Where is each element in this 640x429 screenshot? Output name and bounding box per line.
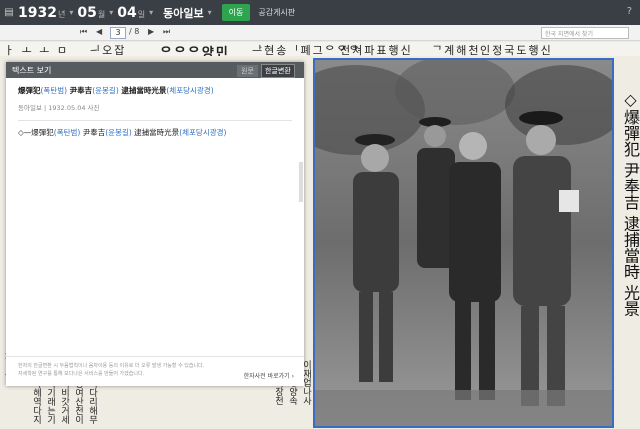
article-title-text: 逮捕當時光景: [118, 86, 167, 95]
hanja-reading[interactable]: (윤봉길): [92, 86, 119, 95]
prev-page-icon[interactable]: ◀: [96, 27, 102, 36]
article-title: 爆彈犯(폭탄범) 尹奉吉(윤봉길) 逮捕當時光景(체포당시광경): [18, 85, 292, 96]
menu-icon[interactable]: ▤: [0, 0, 18, 25]
article-body-text: 尹奉吉: [80, 128, 106, 137]
photo-caption: ◇爆彈犯 尹奉吉 逮捕當時 光景: [621, 90, 640, 317]
headline-fragment: ᄀ계해천: [432, 44, 481, 56]
article-title-text: 爆彈犯: [18, 86, 41, 95]
notice-board-link[interactable]: 공감게시판: [258, 7, 295, 18]
headline-strip: ㅏ ㅗ ㅗ ㅁ ᅴ오잡 ᄋᄋᄋ양민 ᅡᅳ현송ᅵ폐그ᄋᄋᄋ 전쳐파표행신 ᄀ계해천…: [0, 42, 640, 56]
hanja-dictionary-link[interactable]: 한자사전 바로가기 ›: [244, 371, 294, 380]
article-body-text: ◇—爆彈犯: [18, 128, 54, 137]
panel-scrollbar[interactable]: [299, 162, 303, 202]
last-page-icon[interactable]: ⏭: [163, 27, 170, 37]
newspaper-photo: [315, 60, 612, 426]
page-navigator: ⏮ ◀ 3 / 8 ▶ ⏭ 한국 지면에서 찾기: [0, 25, 640, 41]
day-chevron-down-icon[interactable]: ▾: [149, 8, 153, 17]
hanja-reading[interactable]: (폭탄범): [41, 86, 68, 95]
panel-footer: 한자의 한글변환 시 두음법칙이나 음차이용 등의 이유로 더 오류 발생 가능…: [6, 356, 304, 386]
panel-title: 텍스트 보기: [12, 65, 52, 75]
total-pages: / 8: [129, 27, 139, 36]
month-value[interactable]: 05: [77, 5, 96, 21]
headline-fragment: 인정국도행신: [480, 44, 553, 56]
hanja-reading[interactable]: (폭탄범): [54, 128, 81, 137]
day-value[interactable]: 04: [117, 5, 136, 21]
date-selector[interactable]: 1932 년 ▾ 05 월 ▾ 04 일 ▾: [18, 5, 157, 21]
day-unit: 일: [137, 9, 146, 19]
article-meta: 동아일보 | 1932.05.04 사진: [18, 104, 100, 112]
year-unit: 년: [57, 9, 66, 19]
text-view-panel: 텍스트 보기 원문 한글변환 爆彈犯(폭탄범) 尹奉吉(윤봉길) 逮捕當時光景(…: [6, 62, 304, 386]
hangul-convert-button[interactable]: 한글변환: [261, 64, 295, 78]
page-separator: /: [129, 27, 132, 36]
year-value[interactable]: 1932: [18, 5, 57, 21]
help-icon[interactable]: ?: [627, 6, 632, 17]
headline-fragment: ᄋᄋᄋ양민: [160, 46, 230, 56]
hanja-reading[interactable]: (체포당시광경): [179, 128, 226, 137]
original-text-button[interactable]: 원문: [237, 65, 258, 77]
page-search-input[interactable]: 한국 지면에서 찾기: [541, 27, 629, 39]
next-page-icon[interactable]: ▶: [148, 27, 154, 36]
first-page-icon[interactable]: ⏮: [80, 27, 87, 37]
headline-fragment: 전쳐파표행신: [340, 44, 413, 56]
move-button[interactable]: 이동: [221, 4, 251, 21]
current-page-input[interactable]: 3: [110, 27, 126, 39]
headline-fragment: ㅏ ㅗ ㅗ ㅁ: [4, 44, 69, 56]
headline-fragment: ᅴ오잡: [90, 44, 127, 56]
month-unit: 월: [97, 9, 106, 19]
month-chevron-down-icon[interactable]: ▾: [109, 8, 113, 17]
article-body: ◇—爆彈犯(폭탄범) 尹奉吉(윤봉길) 逮捕當時光景(체포당시광경): [18, 127, 292, 138]
footer-notice: 한자의 한글변환 시 두음법칙이나 음차이용 등의 이유로 더 오류 발생 가능…: [18, 363, 205, 369]
panel-body: 爆彈犯(폭탄범) 尹奉吉(윤봉길) 逮捕當時光景(체포당시광경) 동아일보 | …: [6, 78, 304, 145]
hanja-reading[interactable]: (윤봉길): [105, 128, 132, 137]
hanja-reading[interactable]: (체포당시광경): [166, 86, 213, 95]
paper-chevron-down-icon[interactable]: ▾: [208, 8, 212, 17]
panel-header: 텍스트 보기 원문 한글변환: [6, 62, 304, 78]
article-body-text: 逮捕當時光景: [131, 128, 180, 137]
paper-name[interactable]: 동아일보: [163, 5, 203, 21]
divider: [18, 120, 292, 121]
top-bar: ▤ 1932 년 ▾ 05 월 ▾ 04 일 ▾ 동아일보 ▾ 이동 공감게시판…: [0, 0, 640, 25]
year-chevron-down-icon[interactable]: ▾: [69, 8, 73, 17]
article-title-text: 尹奉吉: [67, 86, 93, 95]
total-pages-value: 8: [134, 27, 140, 36]
selected-article-photo[interactable]: [313, 58, 614, 428]
